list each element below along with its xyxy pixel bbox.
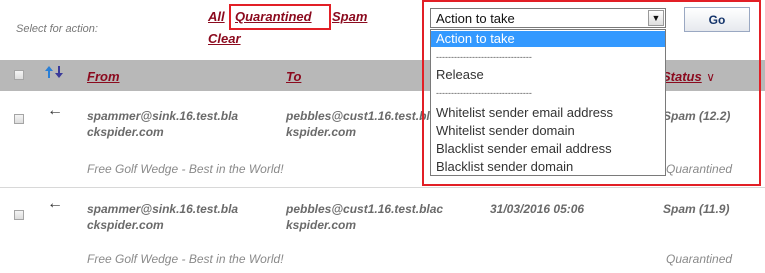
row-subject: Free Golf Wedge - Best in the World!: [87, 252, 284, 266]
row-checkbox[interactable]: [14, 210, 24, 220]
column-from-header[interactable]: From: [87, 69, 120, 84]
row-date: 31/03/2016 05:06: [490, 202, 585, 216]
filter-quarantined-link[interactable]: Quarantined: [235, 9, 312, 24]
select-for-action-label: Select for action:: [16, 23, 98, 35]
row-divider: [0, 187, 765, 188]
row-to: pebbles@cust1.16.test.blac kspider.com: [286, 202, 444, 232]
row-subject: Free Golf Wedge - Best in the World!: [87, 162, 284, 176]
filter-all-link[interactable]: All: [208, 9, 225, 24]
select-all-checkbox[interactable]: [14, 70, 24, 80]
dropdown-highlight-box: [422, 0, 761, 186]
filter-spam-link[interactable]: Spam: [332, 9, 367, 24]
row-from: spammer@sink.16.test.bla ckspider.com: [87, 202, 239, 232]
row-from: spammer@sink.16.test.bla ckspider.com: [87, 109, 239, 139]
column-to-header[interactable]: To: [286, 69, 301, 84]
row-to: pebbles@cust1.16.test.blac kspider.com: [286, 109, 444, 139]
sort-arrows-icon[interactable]: [44, 64, 66, 82]
filter-clear-link[interactable]: Clear: [208, 31, 241, 46]
incoming-arrow-icon: ←: [47, 195, 63, 212]
incoming-arrow-icon: ←: [47, 102, 63, 119]
row-status: Spam (11.9): [663, 202, 730, 216]
row-checkbox[interactable]: [14, 114, 24, 124]
row-state: Quarantined: [666, 252, 733, 266]
